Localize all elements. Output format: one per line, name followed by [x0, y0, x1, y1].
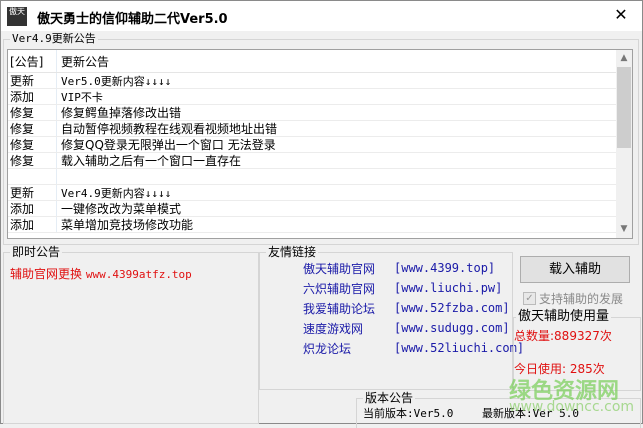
table-row[interactable] — [8, 169, 632, 185]
row-content: 菜单增加竞技场修改功能 — [61, 218, 194, 232]
friend-links-title: 友情链接 — [266, 245, 319, 259]
support-checkbox-label: 支持辅助的发展 — [539, 292, 624, 306]
table-row[interactable]: 修复 修复QQ登录无限弹出一个窗口 无法登录 — [8, 137, 632, 153]
table-row[interactable]: 添加 菜单增加竞技场修改功能 — [8, 217, 632, 233]
row-content: 修复QQ登录无限弹出一个窗口 无法登录 — [61, 138, 276, 152]
usage-title: 傲天辅助使用量 — [516, 309, 612, 324]
table-row[interactable]: 添加 一键修改改为菜单模式 — [8, 201, 632, 217]
watermark-url: www.downcc.com — [509, 399, 635, 415]
row-category: 更新 — [8, 73, 57, 88]
row-category: 添加 — [8, 201, 57, 216]
main-window: 傲天 傲天勇士的信仰辅助二代Ver5.0 ✕ Ver4.9更新公告 [公告] 更… — [0, 0, 643, 428]
support-checkbox[interactable]: ✓ 支持辅助的发展 — [523, 290, 623, 307]
row-category: 添加 — [8, 89, 57, 104]
load-assist-button[interactable]: 载入辅助 — [520, 256, 630, 283]
friend-link-name[interactable]: 速度游戏网 — [303, 320, 363, 337]
table-row[interactable]: 修复 自动暂停视频教程在线观看视频地址出错 — [8, 121, 632, 137]
instant-notice-group: 即时公告 辅助官网更换 www.4399atfz.top — [3, 245, 259, 424]
row-category: 修复 — [8, 137, 57, 152]
current-version: 当前版本:Ver5.0 — [363, 407, 454, 420]
friend-link-url[interactable]: [www.4399.top] — [394, 261, 495, 275]
friend-link-url[interactable]: [www.sudugg.com] — [394, 321, 510, 335]
scroll-down-icon[interactable]: ▼ — [616, 221, 632, 238]
row-content: 一键修改改为菜单模式 — [61, 202, 182, 216]
instant-notice-label: 辅助官网更换 — [10, 267, 83, 281]
table-row[interactable]: 添加 VIP不卡 — [8, 89, 632, 105]
checkbox-check-icon: ✓ — [523, 292, 536, 305]
app-icon: 傲天 — [7, 7, 27, 26]
friend-link-url[interactable]: [www.liuchi.pw] — [394, 281, 502, 295]
table-row[interactable]: 更新 Ver4.9更新内容↓↓↓↓ — [8, 185, 632, 201]
table-row[interactable]: 修复 载入辅助之后有一个窗口一直存在 — [8, 153, 632, 169]
scroll-thumb[interactable] — [617, 67, 631, 148]
title-bar: 傲天 傲天勇士的信仰辅助二代Ver5.0 ✕ — [1, 1, 642, 31]
row-content: 修复鳄鱼掉落修改出错 — [61, 106, 182, 120]
table-row[interactable]: 修复 修复鳄鱼掉落修改出错 — [8, 105, 632, 121]
usage-total: 总数量:889327次 — [514, 329, 612, 343]
friend-link-name[interactable]: 炽龙论坛 — [303, 340, 351, 357]
friend-link-url[interactable]: [www.52liuchi.com] — [394, 341, 524, 355]
header-category[interactable]: [公告] — [8, 50, 57, 72]
table-row[interactable]: 更新 Ver5.0更新内容↓↓↓↓ — [8, 73, 632, 89]
instant-notice-text: 辅助官网更换 www.4399atfz.top — [10, 265, 192, 282]
row-content: Ver5.0更新内容↓↓↓↓ — [61, 74, 172, 88]
row-category: 更新 — [8, 185, 57, 200]
row-content: VIP不卡 — [61, 90, 103, 104]
row-content: 载入辅助之后有一个窗口一直存在 — [61, 154, 242, 168]
row-category — [8, 169, 57, 184]
vertical-scrollbar[interactable]: ▲ ▼ — [616, 50, 632, 238]
row-content: 自动暂停视频教程在线观看视频地址出错 — [61, 122, 278, 136]
instant-notice-title: 即时公告 — [10, 245, 63, 259]
row-category: 修复 — [8, 121, 57, 136]
row-category: 修复 — [8, 153, 57, 168]
friend-link-name[interactable]: 六炽辅助官网 — [303, 280, 375, 297]
row-category: 添加 — [8, 217, 57, 232]
scroll-up-icon[interactable]: ▲ — [616, 50, 632, 67]
notice-list[interactable]: [公告] 更新公告 更新 Ver5.0更新内容↓↓↓↓ 添加 VIP不卡 修复 修复鳄鱼掉… — [7, 49, 633, 239]
list-header: [公告] 更新公告 — [8, 50, 632, 73]
instant-notice-url[interactable]: www.4399atfz.top — [86, 268, 192, 281]
notice-group-title: Ver4.9更新公告 — [10, 32, 98, 46]
friend-link-name[interactable]: 傲天辅助官网 — [303, 260, 375, 277]
header-content[interactable]: 更新公告 — [57, 53, 109, 70]
friend-link-url[interactable]: [www.52fzba.com] — [394, 301, 510, 315]
close-button[interactable]: ✕ — [601, 1, 641, 31]
row-category: 修复 — [8, 105, 57, 120]
row-content: Ver4.9更新内容↓↓↓↓ — [61, 186, 172, 200]
friend-link-name[interactable]: 我爱辅助论坛 — [303, 300, 375, 317]
window-title: 傲天勇士的信仰辅助二代Ver5.0 — [37, 12, 228, 27]
version-title: 版本公告 — [363, 391, 416, 405]
